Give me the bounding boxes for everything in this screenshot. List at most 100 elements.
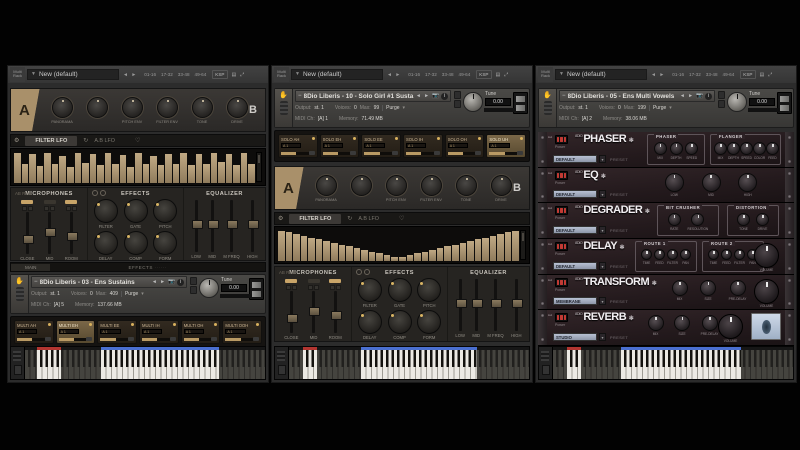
effect-knob[interactable] [737,213,750,227]
tab-ab-lfo[interactable]: A.B LFO [358,216,379,222]
multi-preset-dropdown[interactable]: ▼ New (default) [27,69,119,80]
effect-knob[interactable] [667,249,678,261]
volume-big-knob[interactable] [718,314,743,340]
eq-knob[interactable] [738,172,758,192]
tune-value[interactable]: 0.00 [221,284,247,292]
seq-bar[interactable] [51,163,59,183]
effect-knob[interactable] [667,213,681,227]
vowel-cell[interactable]: SOLO IH A 1 [403,134,443,158]
effect-knob[interactable] [734,249,745,261]
link-icon[interactable]: ⚯ [548,135,552,141]
fx-knob[interactable] [417,278,442,302]
fx-knob[interactable] [123,231,148,255]
effect-knob[interactable] [766,142,779,155]
seq-bar[interactable] [172,163,180,183]
seq-bar[interactable] [512,230,519,261]
mini-button[interactable] [433,151,440,155]
macro-knob[interactable] [86,96,108,118]
info-icon[interactable]: i [177,278,184,286]
vowel-cell[interactable]: MULTI AH A 1 [14,320,54,344]
eq-fader[interactable]: LOW [455,279,467,338]
fx-knob[interactable] [417,310,442,334]
preset-dropdown[interactable]: DEFAULT [553,261,597,270]
seq-bar[interactable] [165,154,172,183]
tab-filter-lfo[interactable]: FILTER LFO [289,213,342,224]
resize-icon[interactable]: ⤢ [768,72,772,78]
seq-bar[interactable] [89,154,97,183]
seq-bar[interactable] [278,230,285,261]
output-value[interactable]: st. 1 [50,291,59,297]
seq-bar[interactable] [104,152,112,183]
fx-knob[interactable] [357,278,382,302]
seq-bar[interactable] [338,244,346,261]
preset-arrow[interactable]: ▾ [599,154,606,163]
keyboard-controls[interactable] [275,347,289,379]
tune-knob[interactable] [727,92,747,112]
max-value[interactable]: 199 [638,105,646,111]
aux-icon[interactable]: ▤ [232,72,237,78]
tab-main[interactable]: MAIN [11,263,51,271]
bank-tab[interactable]: 49-64 [457,70,473,79]
tune-knob[interactable] [199,278,219,298]
seq-bar[interactable] [451,244,459,261]
preset-arrow[interactable]: ▾ [599,297,606,306]
seq-bar[interactable] [195,154,203,183]
seq-bar[interactable] [180,152,187,183]
keyswitch-range[interactable] [37,347,61,379]
seq-bar[interactable] [436,248,444,261]
bank-tab[interactable]: 01-16 [406,70,422,79]
bank-tab[interactable]: 01-16 [670,70,686,79]
effect-knob[interactable] [641,249,652,261]
multi-preset-dropdown[interactable]: ▼ New (default) [291,69,383,80]
seq-bar[interactable] [97,165,104,183]
tune-value[interactable]: 0.00 [485,98,511,106]
info-icon[interactable]: i [441,92,448,100]
lfo-step-sequencer[interactable] [274,226,530,264]
seq-bar[interactable] [429,249,436,261]
power-switch[interactable] [555,170,568,180]
preset-dropdown[interactable]: MEMBRANE [553,297,597,306]
seq-bar[interactable] [474,239,482,261]
bank-tab[interactable]: 49-64 [193,70,209,79]
seq-bar[interactable] [330,242,338,261]
mini-button[interactable] [128,337,135,341]
ksp-button[interactable]: KSP [212,70,228,79]
multi-preset-dropdown[interactable]: ▼ New (default) [555,69,647,80]
max-value[interactable]: 409 [110,291,118,297]
layer-a-button[interactable]: A [11,89,45,131]
volume-big-knob[interactable] [754,278,779,304]
max-value[interactable]: 99 [374,105,380,111]
instrument-title-bar[interactable]: − 8Dio Liberis - 03 - Ens Sustains ◄ ► 📷… [31,276,187,288]
seq-scrollbar[interactable] [256,152,262,182]
effect-knob[interactable] [653,142,667,155]
seq-bar[interactable] [29,154,36,183]
vowel-cell[interactable]: SOLO OH A 1 [444,134,485,158]
tune-knob[interactable] [463,92,483,112]
solo-mute-buttons[interactable] [718,91,725,125]
vowel-cell[interactable]: MULTI OOH A 1 [222,320,263,344]
info-icon[interactable]: i [705,92,712,100]
seq-bar[interactable] [489,235,497,261]
power-switch[interactable] [555,206,568,216]
bank-tab[interactable]: 49-64 [721,70,737,79]
keyswitch-box[interactable]: A 1 [447,143,468,148]
heart-icon[interactable]: ♡ [399,215,404,222]
purge-menu[interactable]: Purge [382,104,400,111]
instrument-icon[interactable]: ✋ [539,89,557,127]
playable-range[interactable] [101,347,219,379]
mini-button[interactable] [392,151,399,155]
eq-fader[interactable]: MID [471,279,483,338]
mini-button[interactable] [308,151,315,155]
seq-bar[interactable] [218,162,225,183]
power-switch[interactable] [555,277,568,287]
vowel-cell[interactable]: SOLO EH A 1 [319,134,360,158]
fx-knob[interactable] [93,231,118,255]
link-icon[interactable]: ⚯ [548,242,552,248]
seq-bar[interactable] [14,152,21,183]
snapshot-camera-icon[interactable]: 📷 [696,93,703,99]
effect-knob[interactable] [740,142,753,155]
minimize-icon[interactable]: − [34,279,38,285]
tab-filter-lfo[interactable]: FILTER LFO [25,135,78,146]
keyswitch-box[interactable]: A 1 [142,329,163,334]
mic-fader-close[interactable]: CLOSE [284,279,298,340]
